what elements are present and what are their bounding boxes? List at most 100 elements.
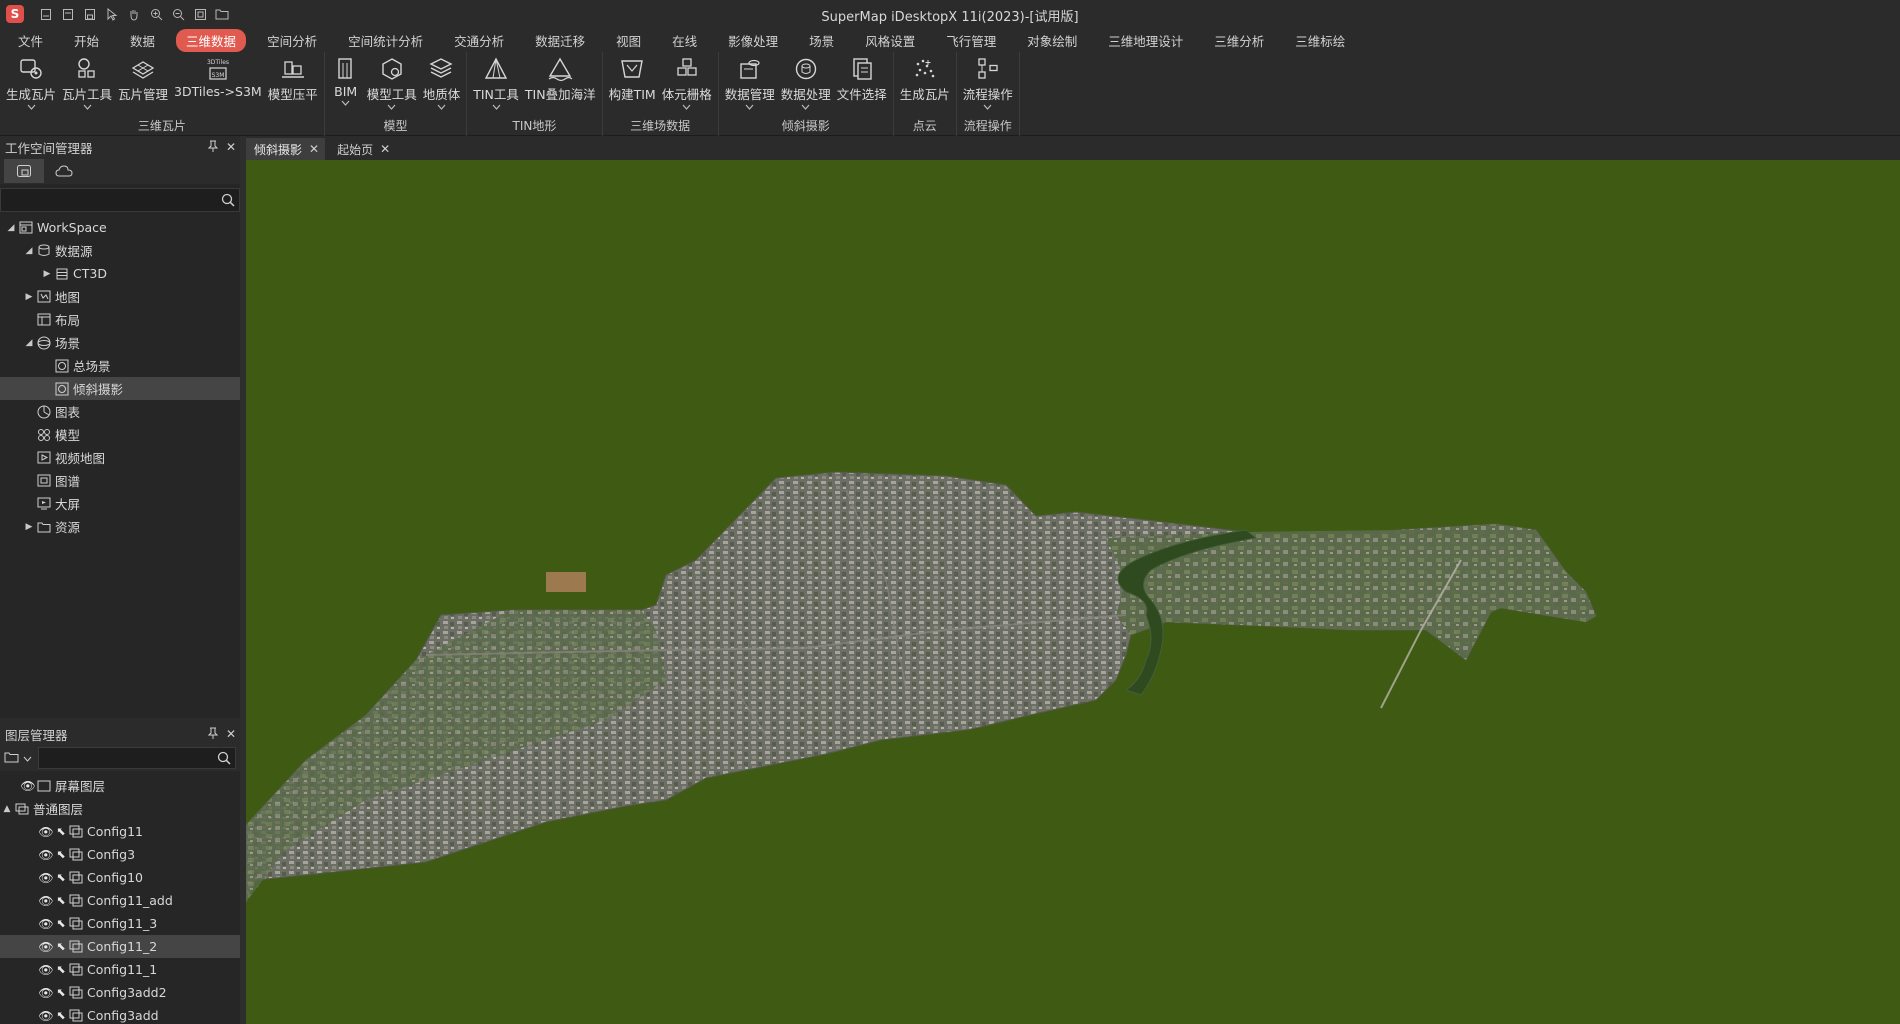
chevron-down-icon[interactable] [745,103,754,115]
menu-tab-1[interactable]: 开始 [64,29,109,52]
scene-viewport[interactable] [246,160,1900,1024]
collapse-arrow-icon[interactable]: ◢ [4,223,18,233]
selectable-cursor-icon[interactable]: ⬉ [54,1009,68,1022]
collapse-arrow-icon[interactable]: ◢ [22,246,36,256]
close-icon[interactable]: ✕ [309,142,319,156]
workspace-tree-node[interactable]: ◢ 数据源 [0,239,240,262]
menu-tab-4[interactable]: 空间分析 [257,29,327,52]
visibility-eye-icon[interactable]: 👁 [38,986,54,1000]
layer-row[interactable]: 👁 ⬉ Config11_2 [0,935,240,958]
workspace-tree-node[interactable]: ◢ WorkSpace [0,216,240,239]
selectable-cursor-icon[interactable]: ⬉ [54,963,68,976]
cloud-workspace-tab[interactable] [44,159,84,183]
menu-tab-8[interactable]: 视图 [606,29,651,52]
menu-tab-16[interactable]: 三维分析 [1204,29,1274,52]
selectable-cursor-icon[interactable]: ⬉ [54,986,68,999]
visibility-eye-icon[interactable]: 👁 [38,825,54,839]
workspace-tree-node[interactable]: 视频地图 [0,446,240,469]
expand-arrow-icon[interactable]: ▶ [40,269,54,279]
chevron-down-icon[interactable] [682,103,691,115]
menu-tab-15[interactable]: 三维地理设计 [1098,29,1193,52]
close-icon[interactable]: ✕ [222,140,240,154]
workspace-tree-node[interactable]: ◢ 场景 [0,331,240,354]
selectable-cursor-icon[interactable]: ⬉ [54,894,68,907]
menu-tab-6[interactable]: 交通分析 [444,29,514,52]
selectable-cursor-icon[interactable]: ⬉ [54,825,68,838]
menu-tab-13[interactable]: 飞行管理 [936,29,1006,52]
workspace-tree-node[interactable]: ▶ 资源 [0,515,240,538]
workspace-tree-node[interactable]: 图谱 [0,469,240,492]
collapse-arrow-icon[interactable]: ◢ [22,338,36,348]
open-file-icon[interactable] [58,4,78,24]
chevron-down-icon[interactable] [983,103,992,115]
chevron-down-icon[interactable] [83,103,92,115]
document-tab[interactable]: 起始页 ✕ [329,138,396,160]
pan-hand-icon[interactable] [124,4,144,24]
folder-icon[interactable] [212,4,232,24]
chevron-down-icon[interactable] [23,751,32,765]
workspace-tree-node[interactable]: 倾斜摄影 [0,377,240,400]
screen-layer-row[interactable]: 👁 屏幕图层 [0,774,240,797]
layer-search-input[interactable] [39,748,213,768]
menu-tab-0[interactable]: 文件 [8,29,53,52]
normal-layer-row[interactable]: ▲ 普通图层 [0,797,240,820]
save-icon[interactable] [80,4,100,24]
visibility-eye-icon[interactable]: 👁 [38,963,54,977]
layer-row[interactable]: 👁 ⬉ Config3 [0,843,240,866]
expand-arrow-icon[interactable]: ▶ [22,292,36,302]
workspace-tree-node[interactable]: 总场景 [0,354,240,377]
search-icon[interactable] [213,751,235,765]
close-icon[interactable]: ✕ [222,727,240,741]
workspace-tree-node[interactable]: 图表 [0,400,240,423]
layer-row[interactable]: 👁 ⬉ Config3add2 [0,981,240,1004]
visibility-eye-icon[interactable]: 👁 [38,848,54,862]
layer-row[interactable]: 👁 ⬉ Config11_3 [0,912,240,935]
selectable-cursor-icon[interactable]: ⬉ [54,848,68,861]
visibility-eye-icon[interactable]: 👁 [38,1009,54,1023]
chevron-down-icon[interactable] [492,103,501,115]
chevron-down-icon[interactable] [341,99,350,111]
layer-folder-icon[interactable] [4,751,20,766]
workspace-tree-node[interactable]: ▶ CT3D [0,262,240,285]
menu-tab-3[interactable]: 三维数据 [176,28,247,52]
menu-tab-12[interactable]: 风格设置 [855,29,925,52]
workspace-search-input[interactable] [1,190,217,210]
selectable-cursor-icon[interactable]: ⬉ [54,940,68,953]
workspace-tree-node[interactable]: 大屏 [0,492,240,515]
app-logo-icon[interactable]: S [6,5,24,23]
workspace-tree-node[interactable]: ▶ 地图 [0,285,240,308]
expand-arrow-icon[interactable]: ▶ [22,522,36,532]
chevron-down-icon[interactable] [437,103,446,115]
menu-tab-10[interactable]: 影像处理 [718,29,788,52]
layer-row[interactable]: 👁 ⬉ Config11_1 [0,958,240,981]
pin-icon[interactable] [204,140,222,155]
pin-icon[interactable] [204,727,222,742]
search-icon[interactable] [217,193,239,207]
workspace-tree-node[interactable]: 模型 [0,423,240,446]
close-icon[interactable]: ✕ [380,142,390,156]
visibility-eye-icon[interactable]: 👁 [38,894,54,908]
layer-row[interactable]: 👁 ⬉ Config10 [0,866,240,889]
visibility-eye-icon[interactable]: 👁 [20,779,36,793]
chevron-down-icon[interactable] [387,103,396,115]
menu-tab-17[interactable]: 三维标绘 [1285,29,1355,52]
layer-row[interactable]: 👁 ⬉ Config11_add [0,889,240,912]
menu-tab-14[interactable]: 对象绘制 [1017,29,1087,52]
visibility-eye-icon[interactable]: 👁 [38,871,54,885]
visibility-eye-icon[interactable]: 👁 [38,940,54,954]
full-extent-icon[interactable] [190,4,210,24]
collapse-arrow-icon[interactable]: ▲ [0,804,14,814]
layer-row[interactable]: 👁 ⬉ Config11 [0,820,240,843]
zoom-out-icon[interactable] [168,4,188,24]
workspace-tree-node[interactable]: 布局 [0,308,240,331]
menu-tab-9[interactable]: 在线 [662,29,707,52]
visibility-eye-icon[interactable]: 👁 [38,917,54,931]
menu-tab-11[interactable]: 场景 [799,29,844,52]
menu-tab-2[interactable]: 数据 [120,29,165,52]
local-workspace-tab[interactable] [4,159,44,183]
selectable-cursor-icon[interactable]: ⬉ [54,917,68,930]
menu-tab-7[interactable]: 数据迁移 [525,29,595,52]
zoom-in-icon[interactable] [146,4,166,24]
layer-row[interactable]: 👁 ⬉ Config3add [0,1004,240,1024]
chevron-down-icon[interactable] [801,103,810,115]
